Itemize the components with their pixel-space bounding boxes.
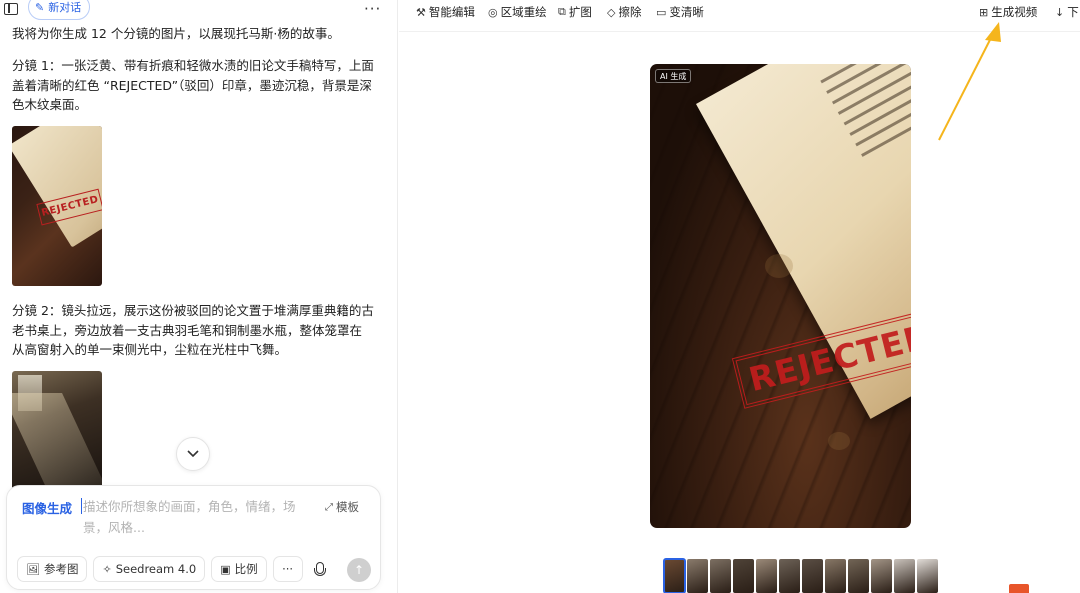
brush-icon: ◎	[488, 5, 498, 19]
expand-frame-icon: ⧉	[558, 5, 566, 18]
edit-icon: ✎	[35, 0, 45, 14]
corner-logo	[1009, 584, 1029, 593]
ai-generated-badge: AI 生成	[655, 69, 692, 83]
thumbnail-item[interactable]	[917, 559, 938, 593]
thumbnail-item[interactable]	[894, 559, 915, 593]
more-options-icon[interactable]: ···	[364, 0, 381, 18]
video-icon: ⊞	[979, 5, 989, 19]
generate-video-label: 生成视频	[991, 5, 1038, 19]
chevron-down-icon	[187, 450, 199, 458]
smart-edit-button[interactable]: ⚒ 智能编辑	[416, 4, 475, 20]
mode-image-generation[interactable]: 图像生成	[22, 498, 72, 517]
thumbnail-item[interactable]	[733, 559, 754, 593]
water-stain	[765, 254, 793, 278]
ratio-icon: ▣	[220, 562, 231, 576]
paper-shape	[12, 126, 102, 248]
send-button[interactable]: ↑	[347, 558, 371, 582]
eraser-icon: ◇	[607, 5, 616, 19]
arrow-up-icon: ↑	[353, 563, 365, 577]
expand-icon: ⤢	[325, 501, 333, 513]
expand-label: 扩图	[568, 5, 592, 19]
message-shot-2: 分镜 2：镜头拉远，展示这份被驳回的论文置于堆满厚重典籍的古老书桌上，旁边放着一…	[12, 303, 374, 357]
prompt-input[interactable]: 描述你所想象的画面，角色，情绪，场景，风格...	[83, 496, 315, 538]
hd-label: 变清晰	[669, 5, 704, 19]
template-label: 模板	[336, 500, 359, 514]
generated-image[interactable]: REJECTED AI 生成	[650, 64, 911, 528]
thumbnail-item[interactable]	[756, 559, 777, 593]
thumbnail-item[interactable]	[825, 559, 846, 593]
enhance-button[interactable]: ▭ 变清晰	[656, 4, 704, 20]
model-select[interactable]: ✧ Seedream 4.0	[93, 556, 206, 582]
expand-image-button[interactable]: ⧉ 扩图	[558, 4, 592, 20]
image-icon: 🖼	[26, 562, 40, 576]
erase-button[interactable]: ◇ 擦除	[607, 4, 641, 20]
reference-image-button[interactable]: 🖼 参考图	[17, 556, 88, 582]
new-chat-label: 新对话	[48, 1, 82, 14]
area-redraw-label: 区域重绘	[500, 5, 547, 19]
smart-edit-label: 智能编辑	[428, 5, 475, 19]
shot-1-image[interactable]: REJECTED	[12, 126, 102, 286]
new-chat-button[interactable]: ✎ 新对话	[28, 0, 91, 20]
prompt-composer: 图像生成 描述你所想象的画面，角色，情绪，场景，风格... ⤢ 模板 🖼 参考图…	[6, 485, 381, 590]
preview-panel: ⚒ 智能编辑 ◎ 区域重绘 ⧉ 扩图 ◇ 擦除 ▭ 变清晰 ⊞ 生成视频 ↓ 下…	[399, 0, 1080, 593]
thumbnail-item[interactable]	[663, 558, 686, 593]
thumbnail-item[interactable]	[802, 559, 823, 593]
reference-label: 参考图	[43, 562, 79, 576]
sparkle-icon: ✧	[102, 562, 112, 576]
magic-wand-icon: ⚒	[416, 5, 426, 19]
area-redraw-button[interactable]: ◎ 区域重绘	[488, 4, 547, 20]
download-button[interactable]: ↓ 下	[1055, 4, 1079, 20]
composer-tools: 🖼 参考图 ✧ Seedream 4.0 ▣ 比例 ···	[17, 556, 303, 582]
thumbnail-item[interactable]	[871, 559, 892, 593]
template-button[interactable]: ⤢ 模板	[325, 499, 359, 515]
message-shot-1: 分镜 1：一张泛黄、带有折痕和轻微水渍的旧论文手稿特写，上面盖着清晰的红色 “R…	[12, 58, 374, 112]
thumbnail-item[interactable]	[687, 559, 708, 593]
text-caret	[81, 498, 82, 514]
thumbnail-item[interactable]	[710, 559, 731, 593]
erase-label: 擦除	[618, 5, 642, 19]
ratio-button[interactable]: ▣ 比例	[211, 556, 267, 582]
image-toolbar: ⚒ 智能编辑 ◎ 区域重绘 ⧉ 扩图 ◇ 擦除 ▭ 变清晰 ⊞ 生成视频 ↓ 下	[399, 0, 1080, 32]
model-label: Seedream 4.0	[115, 562, 197, 576]
water-stain	[828, 432, 850, 450]
app-window: ✎ 新对话 ··· 我将为你生成 12 个分镜的图片，以展现托马斯·杨的故事。 …	[0, 0, 1080, 593]
microphone-icon[interactable]	[312, 562, 326, 578]
generate-video-button[interactable]: ⊞ 生成视频	[979, 4, 1037, 20]
scroll-down-button[interactable]	[176, 437, 210, 471]
thumbnail-item[interactable]	[779, 559, 800, 593]
ratio-label: 比例	[234, 562, 258, 576]
hd-icon: ▭	[656, 5, 667, 19]
chat-header: ✎ 新对话 ···	[0, 0, 397, 22]
text-line	[843, 64, 911, 126]
download-icon: ↓	[1055, 5, 1065, 19]
message-intro: 我将为你生成 12 个分镜的图片，以展现托马斯·杨的故事。	[12, 26, 340, 41]
more-tools-button[interactable]: ···	[272, 556, 303, 582]
chat-panel: ✎ 新对话 ··· 我将为你生成 12 个分镜的图片，以展现托马斯·杨的故事。 …	[0, 0, 398, 593]
thumbnail-strip	[663, 558, 938, 593]
sidebar-toggle-icon[interactable]	[4, 3, 18, 15]
download-label: 下	[1067, 5, 1079, 19]
thumbnail-item[interactable]	[848, 559, 869, 593]
